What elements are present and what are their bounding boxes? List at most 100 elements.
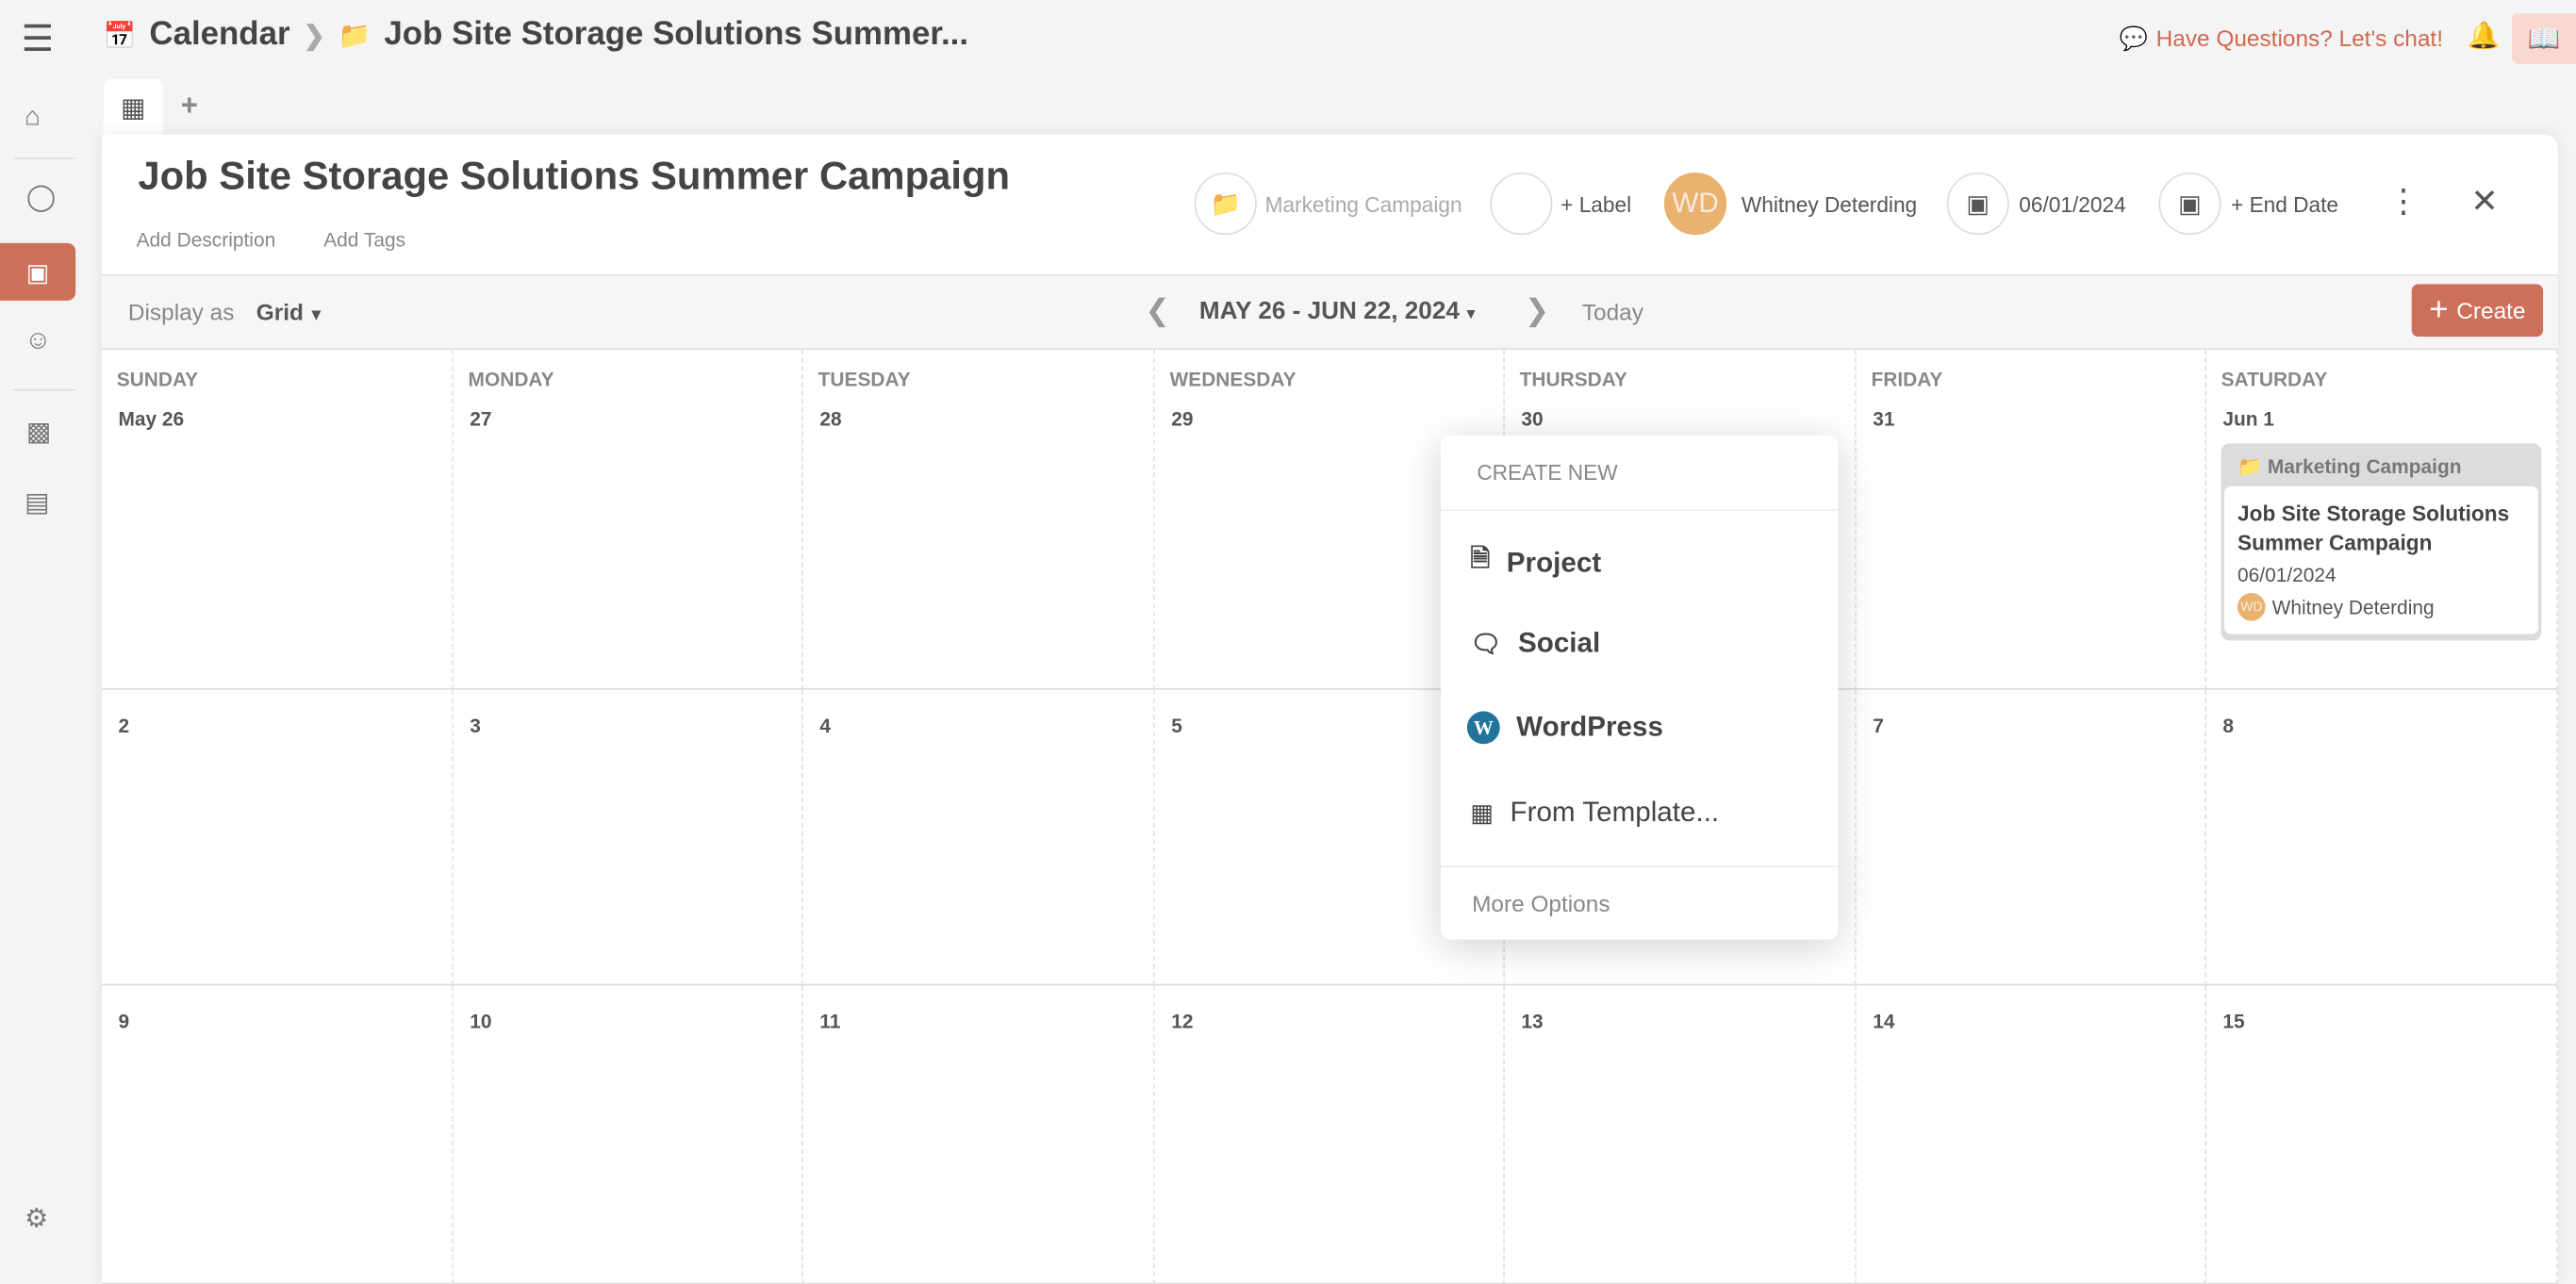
label-button[interactable]	[1490, 172, 1553, 236]
day-number: 13	[1521, 1010, 1544, 1033]
next-arrow-icon[interactable]: ❯	[1525, 296, 1549, 325]
book-button[interactable]: 📖	[2511, 12, 2576, 64]
day-cell[interactable]	[1154, 985, 1505, 1284]
more-options-kebab-icon[interactable]: ⋮	[2387, 186, 2420, 219]
campaign-name[interactable]: Marketing Campaign	[1265, 192, 1462, 217]
prev-arrow-icon[interactable]: ❮	[1145, 296, 1169, 325]
day-number: 15	[2222, 1010, 2245, 1033]
calendar-grid-icon: ▦	[120, 95, 146, 123]
bell-icon[interactable]: 🔔	[2468, 24, 2501, 51]
day-number: 11	[819, 1010, 841, 1033]
end-date[interactable]: + End Date	[2231, 192, 2338, 217]
bar-chart-icon[interactable]: ▩	[26, 420, 51, 447]
start-date-button[interactable]: ▣	[1946, 172, 2009, 236]
display-mode-select[interactable]: Grid ▼	[256, 299, 324, 325]
close-icon[interactable]: ✕	[2470, 186, 2498, 219]
briefcase-icon[interactable]: ▤	[25, 490, 49, 518]
menu-item-project[interactable]: 🗎 Project	[1470, 542, 1601, 584]
day-cell[interactable]	[102, 985, 454, 1284]
avatar[interactable]: WD	[1663, 172, 1727, 236]
day-cell[interactable]	[1504, 985, 1857, 1284]
day-cell[interactable]	[102, 689, 454, 986]
sidebar-divider	[12, 388, 76, 391]
day-number: 12	[1171, 1010, 1194, 1033]
plus-icon: +	[2429, 291, 2449, 328]
hamburger-menu-icon[interactable]: ☰	[22, 21, 54, 58]
day-number: 3	[470, 714, 481, 738]
display-as-label: Display as	[127, 299, 235, 325]
add-tags-link[interactable]: Add Tags	[323, 228, 405, 251]
add-label[interactable]: + Label	[1560, 192, 1631, 217]
day-cell[interactable]	[1856, 689, 2206, 986]
users-icon[interactable]: ☺	[25, 328, 51, 354]
speech-bubble-icon: 🗨	[1470, 631, 1502, 659]
day-cell[interactable]	[453, 689, 803, 986]
day-number: 9	[118, 1010, 130, 1033]
day-cell[interactable]	[1856, 985, 2206, 1284]
day-cell[interactable]	[802, 350, 1155, 690]
event-avatar: WD	[2237, 592, 2266, 621]
menu-item-wordpress[interactable]: W WordPress	[1466, 711, 1663, 745]
day-cell[interactable]	[453, 985, 803, 1284]
today-button[interactable]: Today	[1582, 299, 1643, 325]
tab-calendar[interactable]: ▦	[103, 78, 163, 139]
day-number: 4	[819, 714, 832, 738]
event-category: 📁 Marketing Campaign	[2224, 447, 2538, 486]
more-options-link[interactable]: More Options	[1472, 890, 1610, 916]
menu-heading: CREATE NEW	[1477, 459, 1618, 485]
create-new-menu: CREATE NEW 🗎 Project 🗨 Social W WordPress ▦…	[1440, 435, 1839, 940]
day-number: 27	[470, 407, 492, 431]
chat-link[interactable]: 💬 Have Questions? Let's chat!	[2120, 25, 2443, 53]
folder-icon: 📁	[338, 22, 372, 51]
day-number: 28	[819, 407, 842, 431]
add-tab-button[interactable]: +	[181, 89, 198, 123]
day-cell[interactable]	[2205, 689, 2558, 986]
event-card[interactable]: 📁 Marketing Campaign Job Site Storage So…	[2221, 443, 2542, 641]
day-number: Jun 1	[2222, 407, 2274, 431]
date-range: MAY 26 - JUN 22, 2024	[1198, 297, 1460, 325]
menu-item-social[interactable]: 🗨 Social	[1470, 628, 1600, 661]
chevron-down-icon: ▼	[1459, 305, 1478, 322]
event-title: Job Site Storage Solutions Summer Campai…	[2237, 501, 2510, 555]
event-category-text: Marketing Campaign	[2267, 454, 2462, 479]
home-icon[interactable]: ⌂	[25, 105, 41, 132]
start-date[interactable]: 06/01/2024	[2019, 192, 2125, 217]
menu-item-label: Social	[1517, 627, 1601, 659]
day-cell[interactable]	[2205, 985, 2558, 1284]
breadcrumb-calendar[interactable]: Calendar	[149, 16, 289, 54]
chat-link-text: Have Questions? Let's chat!	[2155, 25, 2443, 52]
day-number: 30	[1521, 407, 1544, 431]
menu-item-from-template[interactable]: ▦ From Template...	[1470, 797, 1719, 830]
day-cell[interactable]	[802, 985, 1155, 1284]
day-number: 14	[1873, 1010, 1895, 1033]
breadcrumb-current: Job Site Storage Solutions Summer...	[384, 16, 969, 53]
template-icon: ▦	[1470, 799, 1494, 829]
wordpress-icon: W	[1466, 711, 1500, 745]
campaign-folder-button[interactable]: 📁	[1194, 172, 1257, 236]
day-number: 7	[1873, 714, 1884, 738]
menu-item-label: From Template...	[1510, 797, 1720, 829]
sidebar-item-calendar[interactable]: ▣	[0, 242, 76, 301]
create-button[interactable]: + Create	[2411, 284, 2544, 337]
event-owner: Whitney Deterding	[2271, 595, 2435, 618]
date-range-select[interactable]: MAY 26 - JUN 22, 2024 ▼	[1199, 297, 1478, 325]
chat-bubble-icon: 💬	[2119, 25, 2148, 52]
chevron-down-icon: ▼	[303, 306, 325, 325]
day-number: May 26	[118, 407, 185, 431]
day-cell[interactable]	[1856, 350, 2206, 690]
display-mode-value: Grid	[256, 299, 304, 325]
day-cell[interactable]	[102, 350, 454, 690]
add-description-link[interactable]: Add Description	[137, 228, 276, 251]
sidebar-divider	[12, 157, 76, 160]
breadcrumb: 📅 Calendar ❯ 📁 Job Site Storage Solution…	[104, 16, 968, 54]
day-cell[interactable]	[802, 689, 1155, 986]
end-date-button[interactable]: ▣	[2158, 172, 2221, 236]
owner-name[interactable]: Whitney Deterding	[1742, 192, 1917, 217]
calendar-icon: 📅	[103, 22, 137, 51]
document-icon: 🗎	[1470, 545, 1491, 574]
gear-icon[interactable]: ⚙	[25, 1207, 48, 1234]
day-cell[interactable]	[453, 350, 803, 690]
page-title: Job Site Storage Solutions Summer Campai…	[138, 154, 1011, 199]
chevron-right-icon: ❯	[303, 22, 325, 51]
lightbulb-icon[interactable]: ◯	[26, 185, 56, 212]
